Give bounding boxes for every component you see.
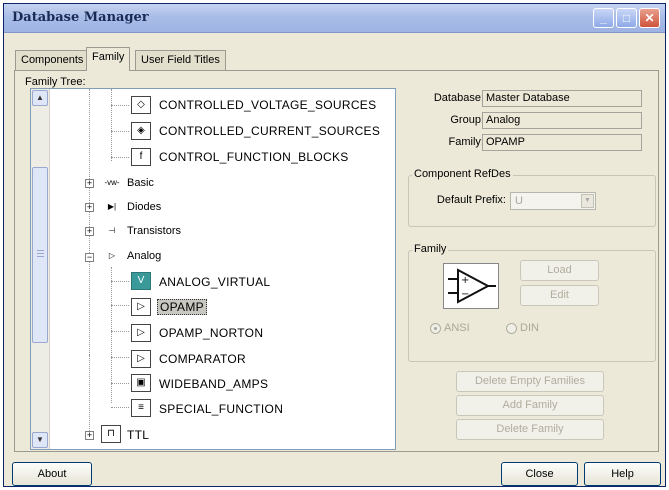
group-field: Analog [482,112,642,129]
scroll-down-icon[interactable]: ▼ [32,432,48,448]
analog-virtual-icon: V [131,272,151,290]
family-tree[interactable]: ▲ ▼ ◇ CONTROLLED_VOLTAGE_SOURCES ◈ CONTR… [30,88,396,450]
svg-text:−: − [461,289,469,300]
chevron-down-icon[interactable]: ▼ [581,194,594,208]
transistor-icon: ⊣ [103,225,121,239]
svg-text:+: + [461,275,469,286]
close-window-button[interactable]: ✕ [639,8,660,28]
tree-item-comparator[interactable]: COMPARATOR [159,352,246,366]
maximize-button[interactable]: □ [616,8,637,28]
tree-item-control-function-blocks[interactable]: CONTROL_FUNCTION_BLOCKS [159,150,349,164]
database-label: Database: [433,92,484,104]
delete-empty-families-button[interactable]: Delete Empty Families [456,371,604,392]
tree-scrollbar[interactable]: ▲ ▼ [31,89,50,449]
tree-item-analog-virtual[interactable]: ANALOG_VIRTUAL [159,275,270,289]
help-button[interactable]: Help [584,462,661,486]
special-function-icon: ≡ [131,399,151,417]
wideband-amp-icon: ▣ [131,374,151,392]
expand-basic-icon[interactable]: + [85,179,94,188]
tab-family[interactable]: Family [86,47,131,71]
database-field: Master Database [482,90,642,107]
tree-item-basic[interactable]: Basic [127,177,154,189]
collapse-analog-icon[interactable]: − [85,253,94,262]
edit-button[interactable]: Edit [520,285,599,306]
control-function-block-icon: f [131,148,151,166]
tree-item-transistors[interactable]: Transistors [127,225,181,237]
tree-item-analog[interactable]: Analog [127,250,161,262]
din-radio-label: DIN [520,322,539,334]
opamp-symbol-icon: + − [448,268,496,304]
ansi-radio[interactable] [430,323,441,334]
expand-ttl-icon[interactable]: + [85,431,94,440]
din-radio[interactable] [506,323,517,334]
group-label: Group: [450,114,484,126]
minimize-button[interactable]: _ [593,8,614,28]
tree-item-special-function[interactable]: SPECIAL_FUNCTION [159,402,283,416]
component-refdes-title: Component RefDes [412,168,513,180]
analog-group-icon: ▷ [103,250,121,264]
default-prefix-label: Default Prefix: [436,194,506,206]
default-prefix-value: U [515,195,523,207]
close-button[interactable]: Close [501,462,578,486]
controlled-current-source-icon: ◈ [131,122,151,140]
title-bar[interactable]: Database Manager _ □ ✕ [4,4,665,33]
default-prefix-select[interactable]: U ▼ [510,192,596,210]
opamp-icon: ▷ [131,298,151,316]
about-button[interactable]: About [12,462,92,486]
diode-icon: ▶| [103,201,121,215]
database-manager-window: Database Manager _ □ ✕ Components Family… [3,3,666,487]
tree-item-opamp-norton[interactable]: OPAMP_NORTON [159,326,263,340]
ansi-radio-label: ANSI [444,322,470,334]
tree-item-controlled-current-sources[interactable]: CONTROLLED_CURRENT_SOURCES [159,124,380,138]
tab-user-field-titles[interactable]: User Field Titles [135,50,226,70]
window-title: Database Manager [12,10,149,25]
scroll-thumb[interactable] [32,167,48,343]
comparator-icon: ▷ [131,350,151,368]
tree-item-wideband-amps[interactable]: WIDEBAND_AMPS [159,377,268,391]
tree-item-ttl[interactable]: TTL [127,428,149,442]
delete-family-button[interactable]: Delete Family [456,419,604,440]
load-button[interactable]: Load [520,260,599,281]
tree-item-diodes[interactable]: Diodes [127,201,161,213]
ttl-group-icon: ⊓ [101,425,121,443]
expand-transistors-icon[interactable]: + [85,227,94,236]
expand-diodes-icon[interactable]: + [85,203,94,212]
tab-components[interactable]: Components [15,50,90,70]
tree-item-controlled-voltage-sources[interactable]: CONTROLLED_VOLTAGE_SOURCES [159,98,376,112]
opamp-norton-icon: ▷ [131,324,151,342]
add-family-button[interactable]: Add Family [456,395,604,416]
tree-item-opamp[interactable]: OPAMP [157,299,207,315]
family-tree-label: Family Tree: [25,76,86,88]
controlled-voltage-source-icon: ◇ [131,96,151,114]
family-group-title: Family [412,243,449,255]
basic-group-icon: -vw- [103,177,121,191]
family-label: Family: [448,136,484,148]
scroll-up-icon[interactable]: ▲ [32,90,48,106]
family-symbol-preview: + − [443,263,499,309]
family-field: OPAMP [482,134,642,151]
